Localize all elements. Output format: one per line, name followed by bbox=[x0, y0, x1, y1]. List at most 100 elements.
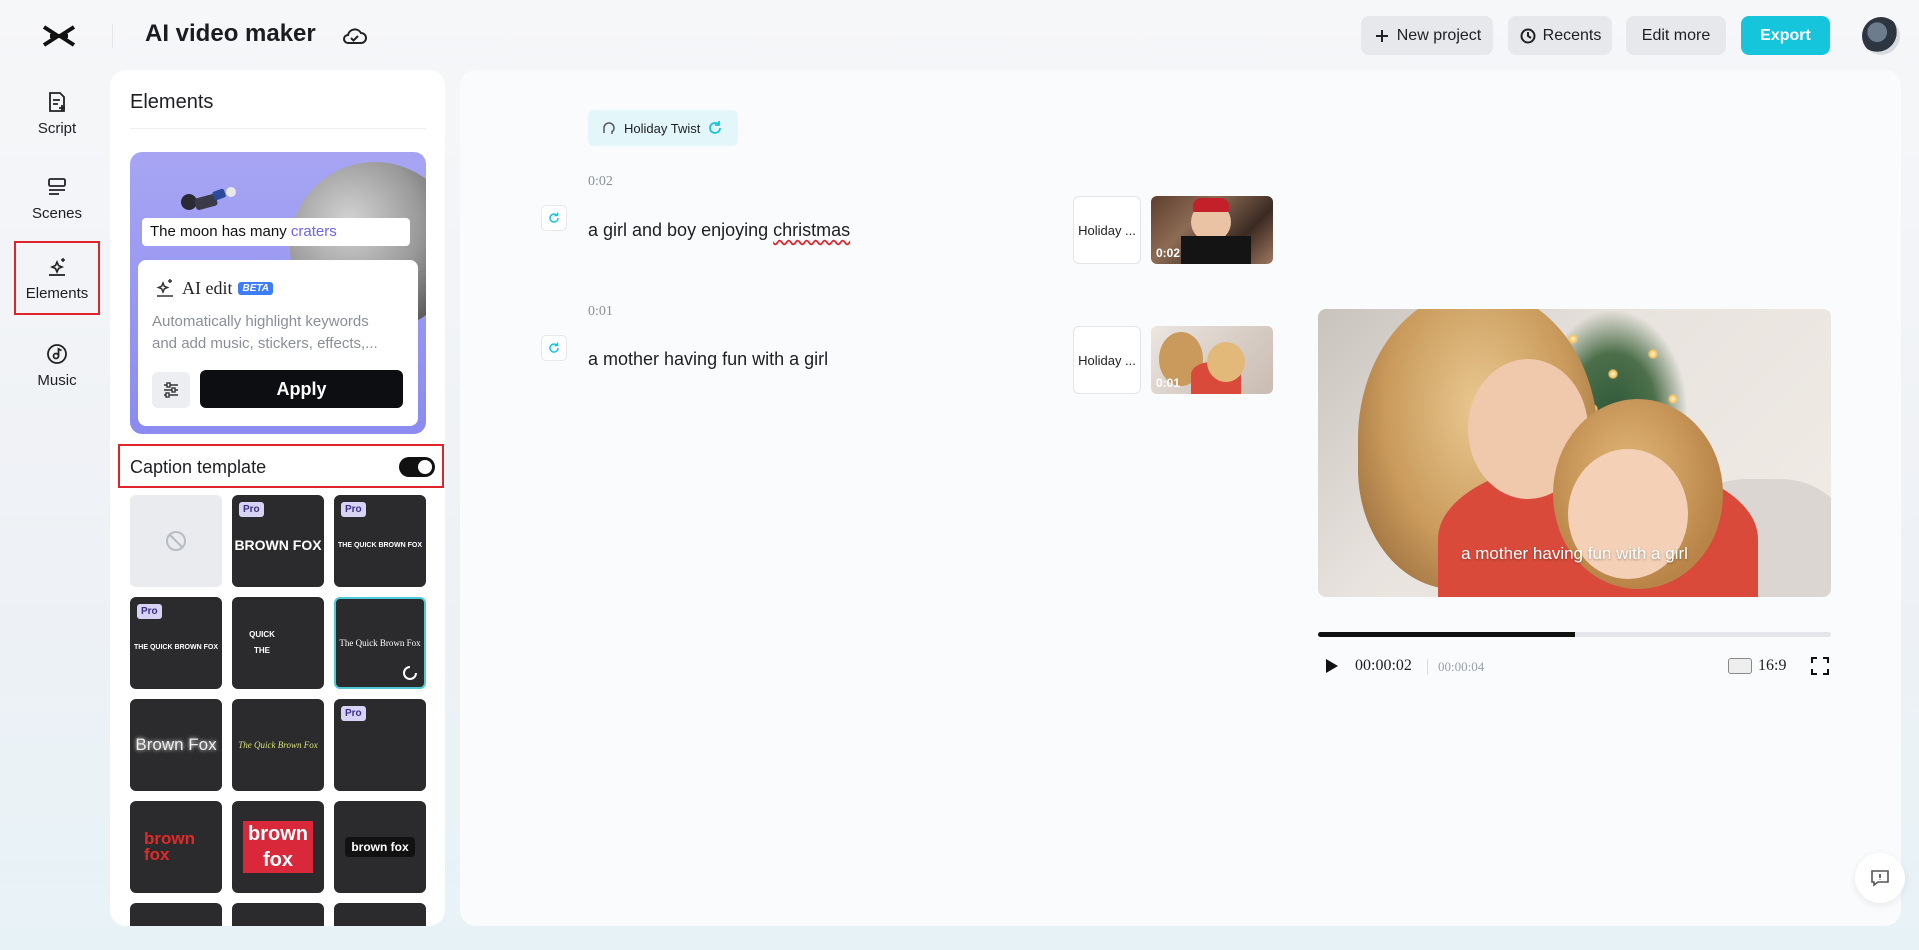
ai-edit-title: AI edit bbox=[182, 277, 233, 298]
recents-button[interactable]: Recents bbox=[1508, 16, 1612, 55]
apply-button[interactable]: Apply bbox=[200, 370, 403, 408]
template-preview: THE QUICK BROWN FOX bbox=[130, 597, 222, 689]
sample-caption-text: The moon has many bbox=[150, 223, 291, 240]
ai-edit-description: Automatically highlight keywords and add… bbox=[152, 311, 404, 355]
scene-regenerate-button[interactable] bbox=[541, 335, 567, 361]
template-text: BROWN FOX bbox=[234, 537, 322, 553]
caption-template-label: Caption template bbox=[130, 457, 267, 477]
template-card[interactable] bbox=[130, 903, 222, 926]
divider bbox=[1427, 659, 1428, 675]
template-preview: BROWN FOX bbox=[232, 495, 324, 587]
thumb-duration: 0:02 bbox=[1156, 246, 1181, 260]
santa-hat bbox=[1193, 198, 1229, 212]
scene-text-part: a mother having fun with a girl bbox=[588, 349, 829, 369]
ai-desc-line2: and add music, stickers, effects,... bbox=[152, 335, 378, 352]
preview-caption: a mother having fun with a girl bbox=[1461, 544, 1688, 563]
template-none[interactable] bbox=[130, 495, 222, 587]
export-button[interactable]: Export bbox=[1741, 16, 1830, 55]
divider bbox=[112, 24, 113, 48]
scene-thumbnail[interactable]: 0:02 bbox=[1151, 196, 1273, 264]
fullscreen-icon bbox=[1811, 657, 1829, 675]
elements-panel: Elements The moon has many craters AI ed… bbox=[110, 70, 445, 926]
template-card[interactable] bbox=[334, 903, 426, 926]
nav-scenes[interactable]: Scenes bbox=[14, 161, 100, 235]
template-card[interactable]: QUICK THE bbox=[232, 597, 324, 689]
template-card[interactable]: brown fox bbox=[232, 801, 324, 893]
ai-edit-heading: AI edit BETA bbox=[154, 277, 273, 299]
template-text: THE QUICK BROWN FOX bbox=[134, 643, 218, 651]
playback-progress[interactable] bbox=[1318, 632, 1831, 637]
new-project-button[interactable]: New project bbox=[1361, 16, 1493, 55]
nav-script-label: Script bbox=[37, 119, 77, 137]
main-editor: Holiday Twist 0:02 a girl and boy enjoyi… bbox=[460, 70, 1905, 926]
nav-elements-label: Elements bbox=[25, 284, 89, 302]
play-icon bbox=[1326, 659, 1338, 673]
video-preview[interactable]: a mother having fun with a girl bbox=[1318, 309, 1831, 597]
template-card[interactable]: Pro bbox=[334, 699, 426, 791]
template-card[interactable]: brown fox bbox=[130, 801, 222, 893]
ai-desc-line1: Automatically highlight keywords bbox=[152, 313, 369, 330]
cloud-sync-icon[interactable] bbox=[340, 24, 368, 48]
no-template-icon bbox=[166, 531, 186, 551]
template-card[interactable]: The Quick Brown Fox bbox=[232, 699, 324, 791]
thumb-duration: 0:01 bbox=[1156, 376, 1181, 390]
voice-chip[interactable]: Holiday Twist bbox=[588, 110, 739, 146]
template-card[interactable]: Brown Fox bbox=[130, 699, 222, 791]
template-card-selected[interactable]: The Quick Brown Fox bbox=[334, 597, 426, 689]
bokeh-light bbox=[1668, 394, 1678, 404]
sample-caption-keyword: craters bbox=[290, 223, 337, 240]
scene-text[interactable]: a girl and boy enjoying christmas bbox=[588, 220, 850, 241]
elements-sparkle-icon bbox=[49, 257, 65, 276]
spellcheck-word: christmas bbox=[773, 220, 851, 240]
nav-music[interactable]: Music bbox=[14, 328, 100, 402]
panel-title: Elements bbox=[130, 91, 214, 113]
astronaut-illustration bbox=[181, 187, 236, 210]
nav-scenes-label: Scenes bbox=[31, 204, 83, 222]
new-project-label: New project bbox=[1396, 26, 1482, 44]
scene-caption-chip[interactable]: Holiday ... bbox=[1073, 196, 1141, 264]
template-card[interactable]: Pro BROWN FOX bbox=[232, 495, 324, 587]
scene-time: 0:02 bbox=[588, 174, 613, 189]
nav-elements[interactable]: Elements bbox=[14, 241, 100, 315]
scene-text[interactable]: a mother having fun with a girl bbox=[588, 349, 828, 370]
aspect-ratio-icon bbox=[1728, 658, 1752, 674]
refresh-icon bbox=[549, 212, 559, 223]
scene-thumbnail[interactable]: 0:01 bbox=[1151, 326, 1273, 394]
app-title: AI video maker bbox=[145, 20, 316, 47]
refresh-icon bbox=[709, 121, 722, 134]
template-card[interactable] bbox=[232, 903, 324, 926]
loading-spinner-icon bbox=[403, 666, 417, 680]
scene-caption-chip[interactable]: Holiday ... bbox=[1073, 326, 1141, 394]
template-card[interactable]: Pro THE QUICK BROWN FOX bbox=[130, 597, 222, 689]
template-preview: brown fox bbox=[334, 801, 426, 893]
ai-edit-box: AI edit BETA Automatically highlight key… bbox=[138, 260, 418, 426]
template-preview: brown fox bbox=[243, 801, 313, 893]
template-text: brown fox bbox=[144, 829, 195, 864]
voice-head-icon bbox=[603, 122, 615, 134]
template-card[interactable]: Pro THE QUICK BROWN FOX bbox=[334, 495, 426, 587]
sample-caption: The moon has many craters bbox=[142, 218, 410, 246]
user-avatar[interactable] bbox=[1862, 17, 1900, 55]
plus-icon bbox=[1375, 29, 1388, 42]
fullscreen-button[interactable] bbox=[1809, 655, 1831, 677]
template-preview: Brown Fox bbox=[130, 699, 222, 791]
caption-template-toggle[interactable] bbox=[399, 457, 435, 477]
scene-time: 0:01 bbox=[588, 304, 613, 319]
capcut-logo-icon[interactable] bbox=[40, 21, 78, 51]
scene-regenerate-button[interactable] bbox=[541, 205, 567, 231]
nav-script[interactable]: Script bbox=[14, 76, 100, 150]
export-label: Export bbox=[1760, 26, 1811, 44]
template-preview: The Quick Brown Fox bbox=[232, 699, 324, 791]
feedback-button[interactable] bbox=[1855, 853, 1905, 903]
template-card[interactable]: brown fox bbox=[334, 801, 426, 893]
template-text: brown fox bbox=[345, 837, 415, 857]
scenes-icon bbox=[48, 177, 66, 195]
template-text: The Quick Brown Fox bbox=[238, 740, 318, 750]
aspect-ratio-label: 16:9 bbox=[1758, 657, 1787, 674]
play-button[interactable] bbox=[1320, 655, 1342, 677]
recents-label: Recents bbox=[1542, 26, 1602, 44]
script-icon bbox=[49, 91, 65, 112]
aspect-ratio-button[interactable]: 16:9 bbox=[1728, 654, 1786, 678]
ai-settings-button[interactable] bbox=[152, 372, 190, 408]
edit-more-button[interactable]: Edit more bbox=[1626, 16, 1726, 55]
